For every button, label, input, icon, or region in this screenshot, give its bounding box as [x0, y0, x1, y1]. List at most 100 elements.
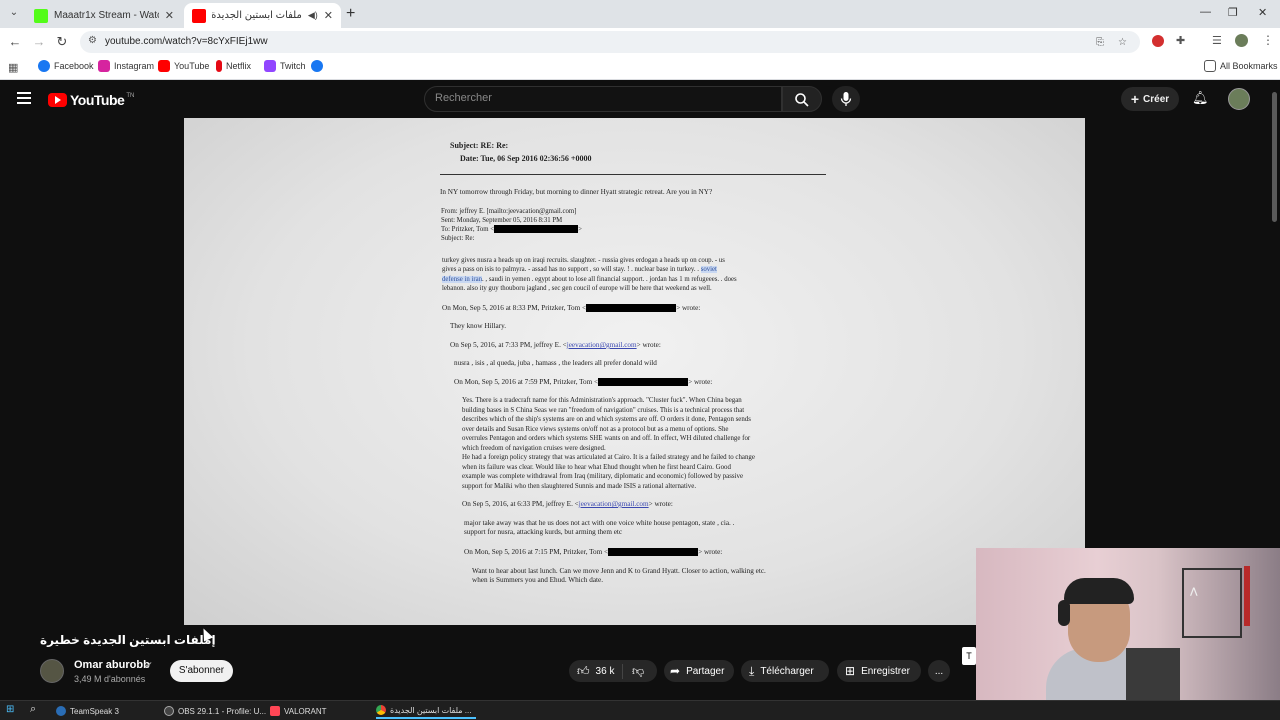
- share-button[interactable]: ➦ Partager: [664, 660, 734, 682]
- background-chair: [1126, 648, 1180, 702]
- address-bar[interactable]: ⚙ youtube.com/watch?v=8cYxFIEj1ww ⎘ ☆: [80, 31, 1140, 53]
- doc-divider: [440, 174, 826, 175]
- chrome-menu-icon[interactable]: ⋮: [1262, 33, 1274, 47]
- url-text[interactable]: youtube.com/watch?v=8cYxFIEj1ww: [105, 36, 268, 47]
- search-icon[interactable]: ⌕: [30, 703, 36, 716]
- search-icon: [795, 93, 809, 107]
- speaker-icon[interactable]: ◀): [308, 10, 318, 21]
- browser-tab-youtube[interactable]: ملفات ابستين الجديدة خطيرة ◀) ✕: [184, 3, 341, 28]
- profile-avatar-icon[interactable]: [1235, 34, 1248, 47]
- browser-tab-strip: ⌄ Maaatr1x Stream - Watch Live o ✕ ملفات…: [0, 0, 1280, 28]
- doc-wrote-2: On Sep 5, 2016, at 7:33 PM, jeffrey E. <…: [450, 341, 661, 349]
- bookmark-facebook-2[interactable]: [311, 60, 327, 72]
- close-icon[interactable]: ✕: [165, 9, 174, 22]
- close-icon[interactable]: ✕: [324, 9, 333, 22]
- teamspeak-icon: [56, 706, 66, 716]
- redaction: [598, 378, 689, 387]
- extension-red-icon[interactable]: [1152, 35, 1164, 47]
- channel-avatar[interactable]: [40, 659, 64, 683]
- plus-icon: +: [1130, 91, 1140, 107]
- doc-lunch: Want to hear about last lunch. Can we mo…: [472, 567, 766, 585]
- minimize-icon[interactable]: —: [1200, 6, 1211, 18]
- voice-search-button[interactable]: [832, 86, 860, 112]
- verified-check-icon: ✔: [145, 660, 153, 670]
- create-button[interactable]: + Créer: [1121, 87, 1179, 111]
- hamburger-menu-icon[interactable]: [17, 92, 31, 104]
- bookmark-netflix[interactable]: Netflix: [216, 60, 251, 72]
- doc-wrote-5: On Mon, Sep 5, 2016 at 7:15 PM, Pritzker…: [464, 548, 723, 557]
- taskbar-item-teamspeak[interactable]: TeamSpeak 3: [56, 703, 119, 719]
- redaction: [608, 548, 699, 557]
- facebook-icon: [38, 60, 50, 72]
- media-control-icon[interactable]: ☰: [1212, 34, 1222, 47]
- youtube-header: YouTube TN + Créer 🔔︎: [0, 80, 1280, 118]
- instagram-icon: [98, 60, 110, 72]
- doc-major: major take away was that he us does not …: [464, 519, 735, 537]
- share-arrow-icon: ➦: [670, 664, 681, 678]
- folder-icon: [1204, 60, 1216, 72]
- window-close-icon[interactable]: ✕: [1258, 6, 1267, 19]
- channel-name[interactable]: Omar aburobb: [74, 659, 150, 671]
- thumbs-up-icon: 👍︎: [577, 663, 590, 678]
- back-arrow-icon[interactable]: ←: [6, 33, 24, 51]
- person-hair: [1064, 578, 1134, 604]
- overlay-tab[interactable]: T: [962, 647, 976, 665]
- facebook-icon: [311, 60, 323, 72]
- kick-favicon-icon: [34, 8, 48, 23]
- extensions-puzzle-icon[interactable]: ✚: [1176, 34, 1185, 47]
- video-player[interactable]: Subject: RE: Re: Date: Tue, 06 Sep 2016 …: [184, 118, 1085, 625]
- all-bookmarks-folder[interactable]: All Bookmarks: [1204, 60, 1278, 72]
- headset-icon: [1058, 600, 1070, 626]
- tab-search-chevron-icon[interactable]: ⌄: [6, 5, 22, 21]
- bookmarks-bar: ▦ Facebook Instagram YouTube Netflix Twi…: [0, 56, 1280, 80]
- notifications-bell-icon[interactable]: 🔔︎: [1192, 90, 1209, 106]
- windows-start-icon[interactable]: ⊞: [6, 704, 14, 715]
- doc-subject: Subject: RE: Re:: [450, 141, 509, 150]
- webcam-overlay: ⋀: [976, 548, 1280, 720]
- page-scrollbar-thumb[interactable]: [1272, 92, 1277, 222]
- doc-date: Date: Tue, 06 Sep 2016 02:36:56 +0000: [460, 154, 592, 163]
- doc-header-block: From: jeffrey E. [mailto:jeevacation@gma…: [441, 208, 582, 242]
- youtube-logo[interactable]: YouTube TN: [48, 92, 134, 108]
- bookmark-instagram[interactable]: Instagram: [98, 60, 154, 72]
- reload-icon[interactable]: ↻: [53, 33, 71, 51]
- thumbs-down-icon[interactable]: 👎︎: [623, 664, 644, 679]
- browser-tab-stream[interactable]: Maaatr1x Stream - Watch Live o ✕: [26, 3, 182, 28]
- apps-grid-icon[interactable]: ▦: [8, 61, 18, 74]
- save-playlist-icon: ⊞: [845, 664, 856, 678]
- bookmark-twitch[interactable]: Twitch: [264, 60, 306, 72]
- install-app-icon[interactable]: ⎘: [1096, 37, 1104, 48]
- forward-arrow-icon[interactable]: →: [30, 33, 48, 51]
- taskbar-item-chrome[interactable]: ملفات ابستين الجديدة ...: [376, 703, 476, 719]
- account-avatar[interactable]: [1228, 88, 1250, 110]
- search-button[interactable]: [782, 86, 822, 112]
- valorant-icon: [270, 706, 280, 716]
- bookmark-youtube[interactable]: YouTube: [158, 60, 209, 72]
- search-box: [424, 86, 782, 112]
- more-horizontal-icon: ...: [934, 665, 944, 677]
- more-actions-button[interactable]: ...: [928, 660, 950, 682]
- wall-frame: [1182, 568, 1242, 638]
- doc-wrote-1: On Mon, Sep 5, 2016 at 8:33 PM, Pritzker…: [442, 304, 701, 313]
- maximize-icon[interactable]: ❐: [1228, 6, 1238, 19]
- doc-wrote-3: On Mon, Sep 5, 2016 at 7:59 PM, Pritzker…: [454, 378, 713, 387]
- like-button[interactable]: 👍︎ 36 k: [569, 663, 623, 679]
- obs-icon: [164, 706, 174, 716]
- download-button[interactable]: ⤓ Télécharger: [741, 660, 829, 682]
- search-input[interactable]: [435, 92, 765, 104]
- site-info-icon[interactable]: ⚙: [88, 35, 97, 46]
- taskbar-item-obs[interactable]: OBS 29.1.1 - Profile: U...: [164, 703, 266, 719]
- wall-sword: [1244, 566, 1250, 626]
- netflix-icon: [216, 60, 222, 72]
- bookmark-facebook[interactable]: Facebook: [38, 60, 94, 72]
- bookmark-star-icon[interactable]: ☆: [1118, 37, 1127, 48]
- tab-title: ملفات ابستين الجديدة خطيرة: [212, 10, 302, 21]
- save-button[interactable]: ⊞ Enregistrer: [837, 660, 921, 682]
- windows-taskbar: ⊞ ⌕ TeamSpeak 3 OBS 29.1.1 - Profile: U.…: [0, 700, 1280, 720]
- subscribe-button[interactable]: S'abonner: [170, 660, 233, 682]
- wall-logo: ⋀: [1190, 586, 1198, 596]
- new-tab-plus-icon[interactable]: +: [346, 5, 355, 23]
- browser-toolbar: ← → ↻ ⚙ youtube.com/watch?v=8cYxFIEj1ww …: [0, 28, 1280, 56]
- redaction: [494, 225, 579, 234]
- taskbar-item-valorant[interactable]: VALORANT: [270, 703, 327, 719]
